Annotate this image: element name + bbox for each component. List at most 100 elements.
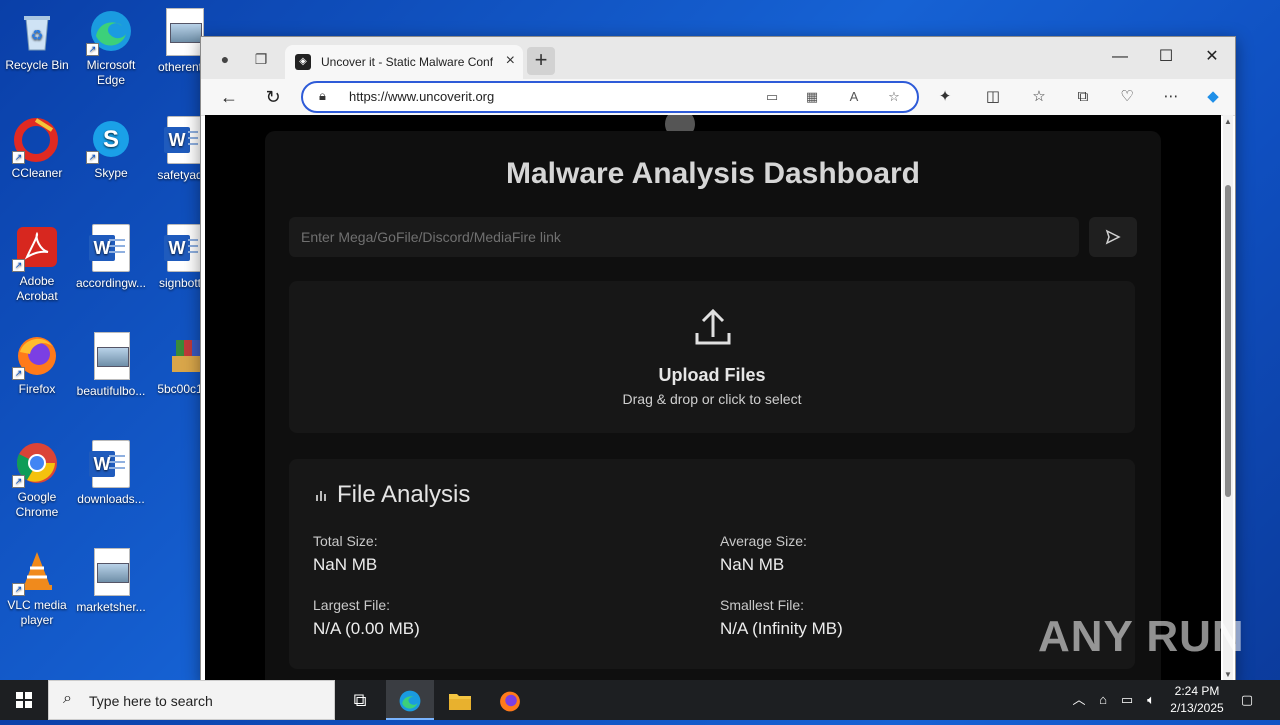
- device-icon[interactable]: ⌂: [1092, 680, 1114, 720]
- browser-window: ● ❐ ◈ Uncover it - Static Malware Confi …: [200, 36, 1236, 684]
- close-tab-icon[interactable]: ×: [506, 52, 515, 70]
- clock-date: 2/13/2025: [1170, 701, 1224, 715]
- desktop-icon-marketsher[interactable]: marketsher...: [74, 548, 148, 615]
- collections-icon[interactable]: ⧉: [1071, 85, 1095, 109]
- tab-title: Uncover it - Static Malware Confi: [321, 55, 493, 69]
- taskbar-firefox[interactable]: [486, 680, 534, 720]
- favorite-star-icon[interactable]: ☆: [883, 87, 905, 107]
- address-bar-row: ← ↻ 🔒︎ https://www.uncoverit.org ▭ ▦ A ☆…: [201, 79, 1235, 116]
- vlc-icon: ↗: [12, 548, 60, 596]
- image-file-icon: [94, 332, 130, 380]
- total-size-value: NaN MB: [313, 555, 378, 574]
- task-view-button[interactable]: ⧉: [336, 680, 384, 720]
- taskbar-search-box[interactable]: ⌕ Type here to search: [48, 680, 335, 720]
- desktop-icon-recycle-bin[interactable]: ♻ Recycle Bin: [0, 8, 74, 73]
- desktop-icon-ccleaner[interactable]: ↗ CCleaner: [0, 116, 74, 181]
- profile-icon[interactable]: ●: [215, 49, 235, 69]
- largest-file-label: Largest File:: [313, 597, 391, 613]
- app-available-icon[interactable]: ▭: [761, 87, 783, 107]
- svg-text:S: S: [103, 126, 119, 153]
- word-document-icon: W: [164, 224, 203, 272]
- desktop-icon-downloads[interactable]: W downloads...: [74, 440, 148, 507]
- favorites-icon[interactable]: ☆: [1027, 85, 1051, 109]
- page-viewport: Malware Analysis Dashboard Enter Mega/Go…: [205, 115, 1221, 681]
- desktop-icon-microsoft-edge[interactable]: ↗ Microsoft Edge: [74, 8, 148, 88]
- maximize-button[interactable]: ☐: [1143, 43, 1189, 71]
- edge-icon: ↗: [86, 8, 134, 56]
- shortcut-arrow-icon: ↗: [86, 151, 99, 164]
- url-field[interactable]: 🔒︎ https://www.uncoverit.org ▭ ▦ A ☆: [301, 81, 919, 113]
- desktop-icon-skype[interactable]: S ↗ Skype: [74, 116, 148, 181]
- image-file-icon: [166, 8, 204, 56]
- svg-text:♻: ♻: [31, 27, 44, 43]
- split-screen-icon[interactable]: ◫: [981, 85, 1005, 109]
- file-analysis-card: File Analysis Total Size: NaN MB Average…: [289, 459, 1135, 669]
- scroll-up-arrow-icon[interactable]: ▲: [1224, 117, 1232, 126]
- shortcut-arrow-icon: ↗: [12, 151, 25, 164]
- average-size-value: NaN MB: [720, 555, 785, 574]
- network-icon[interactable]: ▭: [1116, 680, 1138, 720]
- browser-essentials-icon[interactable]: ♡: [1115, 85, 1139, 109]
- total-size-label: Total Size:: [313, 533, 378, 549]
- dashboard-panel: Malware Analysis Dashboard Enter Mega/Go…: [265, 131, 1161, 681]
- anyrun-watermark: ANY RUN: [1038, 612, 1245, 661]
- site-favicon: ◈: [295, 54, 311, 70]
- minimize-button[interactable]: —: [1097, 43, 1143, 71]
- acrobat-icon: ↗: [12, 224, 60, 272]
- link-input[interactable]: Enter Mega/GoFile/Discord/MediaFire link: [289, 217, 1079, 257]
- refresh-button[interactable]: ↻: [259, 83, 287, 111]
- send-icon: [1105, 229, 1121, 245]
- recycle-bin-icon: ♻: [14, 8, 60, 54]
- notifications-icon[interactable]: ▢: [1234, 680, 1260, 720]
- volume-icon[interactable]: 🔈︎: [1140, 680, 1162, 720]
- qr-code-icon[interactable]: ▦: [801, 87, 823, 107]
- search-icon: ⌕: [63, 690, 72, 707]
- send-button[interactable]: [1089, 217, 1137, 257]
- desktop-icon-google-chrome[interactable]: ↗ Google Chrome: [0, 440, 74, 520]
- read-aloud-icon[interactable]: A: [843, 87, 865, 107]
- extensions-icon[interactable]: ✦: [933, 85, 957, 109]
- upload-dropzone[interactable]: Upload Files Drag & drop or click to sel…: [289, 281, 1135, 433]
- windows-logo-icon: [16, 692, 32, 708]
- word-document-icon: W: [89, 440, 130, 488]
- new-tab-button[interactable]: +: [527, 47, 555, 75]
- tab-uncoverit[interactable]: ◈ Uncover it - Static Malware Confi ×: [285, 45, 523, 79]
- page-title: Malware Analysis Dashboard: [505, 157, 921, 190]
- skype-icon: S ↗: [86, 116, 134, 164]
- shortcut-arrow-icon: ↗: [12, 367, 25, 380]
- word-document-icon: W: [89, 224, 130, 272]
- taskbar-file-explorer[interactable]: [436, 680, 484, 720]
- clock-time: 2:24 PM: [1174, 684, 1220, 698]
- start-button[interactable]: [0, 680, 48, 720]
- lock-icon[interactable]: 🔒︎: [319, 88, 326, 104]
- show-hidden-icons-chevron-icon[interactable]: ︿: [1068, 680, 1090, 720]
- upload-icon: [695, 308, 731, 345]
- smallest-file-label: Smallest File:: [720, 597, 805, 613]
- average-size-label: Average Size:: [720, 533, 807, 549]
- taskbar-edge[interactable]: [386, 680, 434, 720]
- word-document-icon: W: [164, 116, 203, 164]
- smallest-file-value: N/A (Infinity MB): [720, 619, 843, 638]
- upload-title: Upload Files: [658, 365, 766, 385]
- image-file-icon: [94, 548, 130, 596]
- folder-icon: [449, 694, 471, 711]
- scrollbar-thumb[interactable]: [1225, 185, 1231, 497]
- system-clock[interactable]: 2:24 PM 2/13/2025: [1162, 683, 1232, 717]
- desktop-icon-firefox[interactable]: ↗ Firefox: [0, 332, 74, 397]
- desktop-icon-accordingw[interactable]: W accordingw...: [74, 224, 148, 291]
- upload-subtitle: Drag & drop or click to select: [622, 391, 802, 407]
- page-scrollbar[interactable]: ▲ ▼: [1223, 115, 1233, 681]
- bar-chart-icon: [316, 491, 326, 501]
- copilot-icon[interactable]: ◆: [1201, 85, 1225, 109]
- desktop-icon-vlc[interactable]: ↗ VLC media player: [0, 548, 74, 628]
- shortcut-arrow-icon: ↗: [86, 43, 99, 56]
- desktop-icon-beautifulbo[interactable]: beautifulbo...: [74, 332, 148, 399]
- scroll-down-arrow-icon[interactable]: ▼: [1224, 670, 1232, 679]
- close-window-button[interactable]: ✕: [1189, 43, 1235, 71]
- file-analysis-title: File Analysis: [337, 481, 471, 508]
- taskbar: ⌕ Type here to search ⧉ ︿ ⌂ ▭ 🔈︎ 2:24 PM…: [0, 680, 1280, 720]
- desktop-icon-adobe-acrobat[interactable]: ↗ Adobe Acrobat: [0, 224, 74, 304]
- back-button[interactable]: ←: [215, 83, 243, 111]
- tab-actions-icon[interactable]: ❐: [251, 49, 271, 69]
- more-menu-icon[interactable]: ⋯: [1159, 85, 1183, 109]
